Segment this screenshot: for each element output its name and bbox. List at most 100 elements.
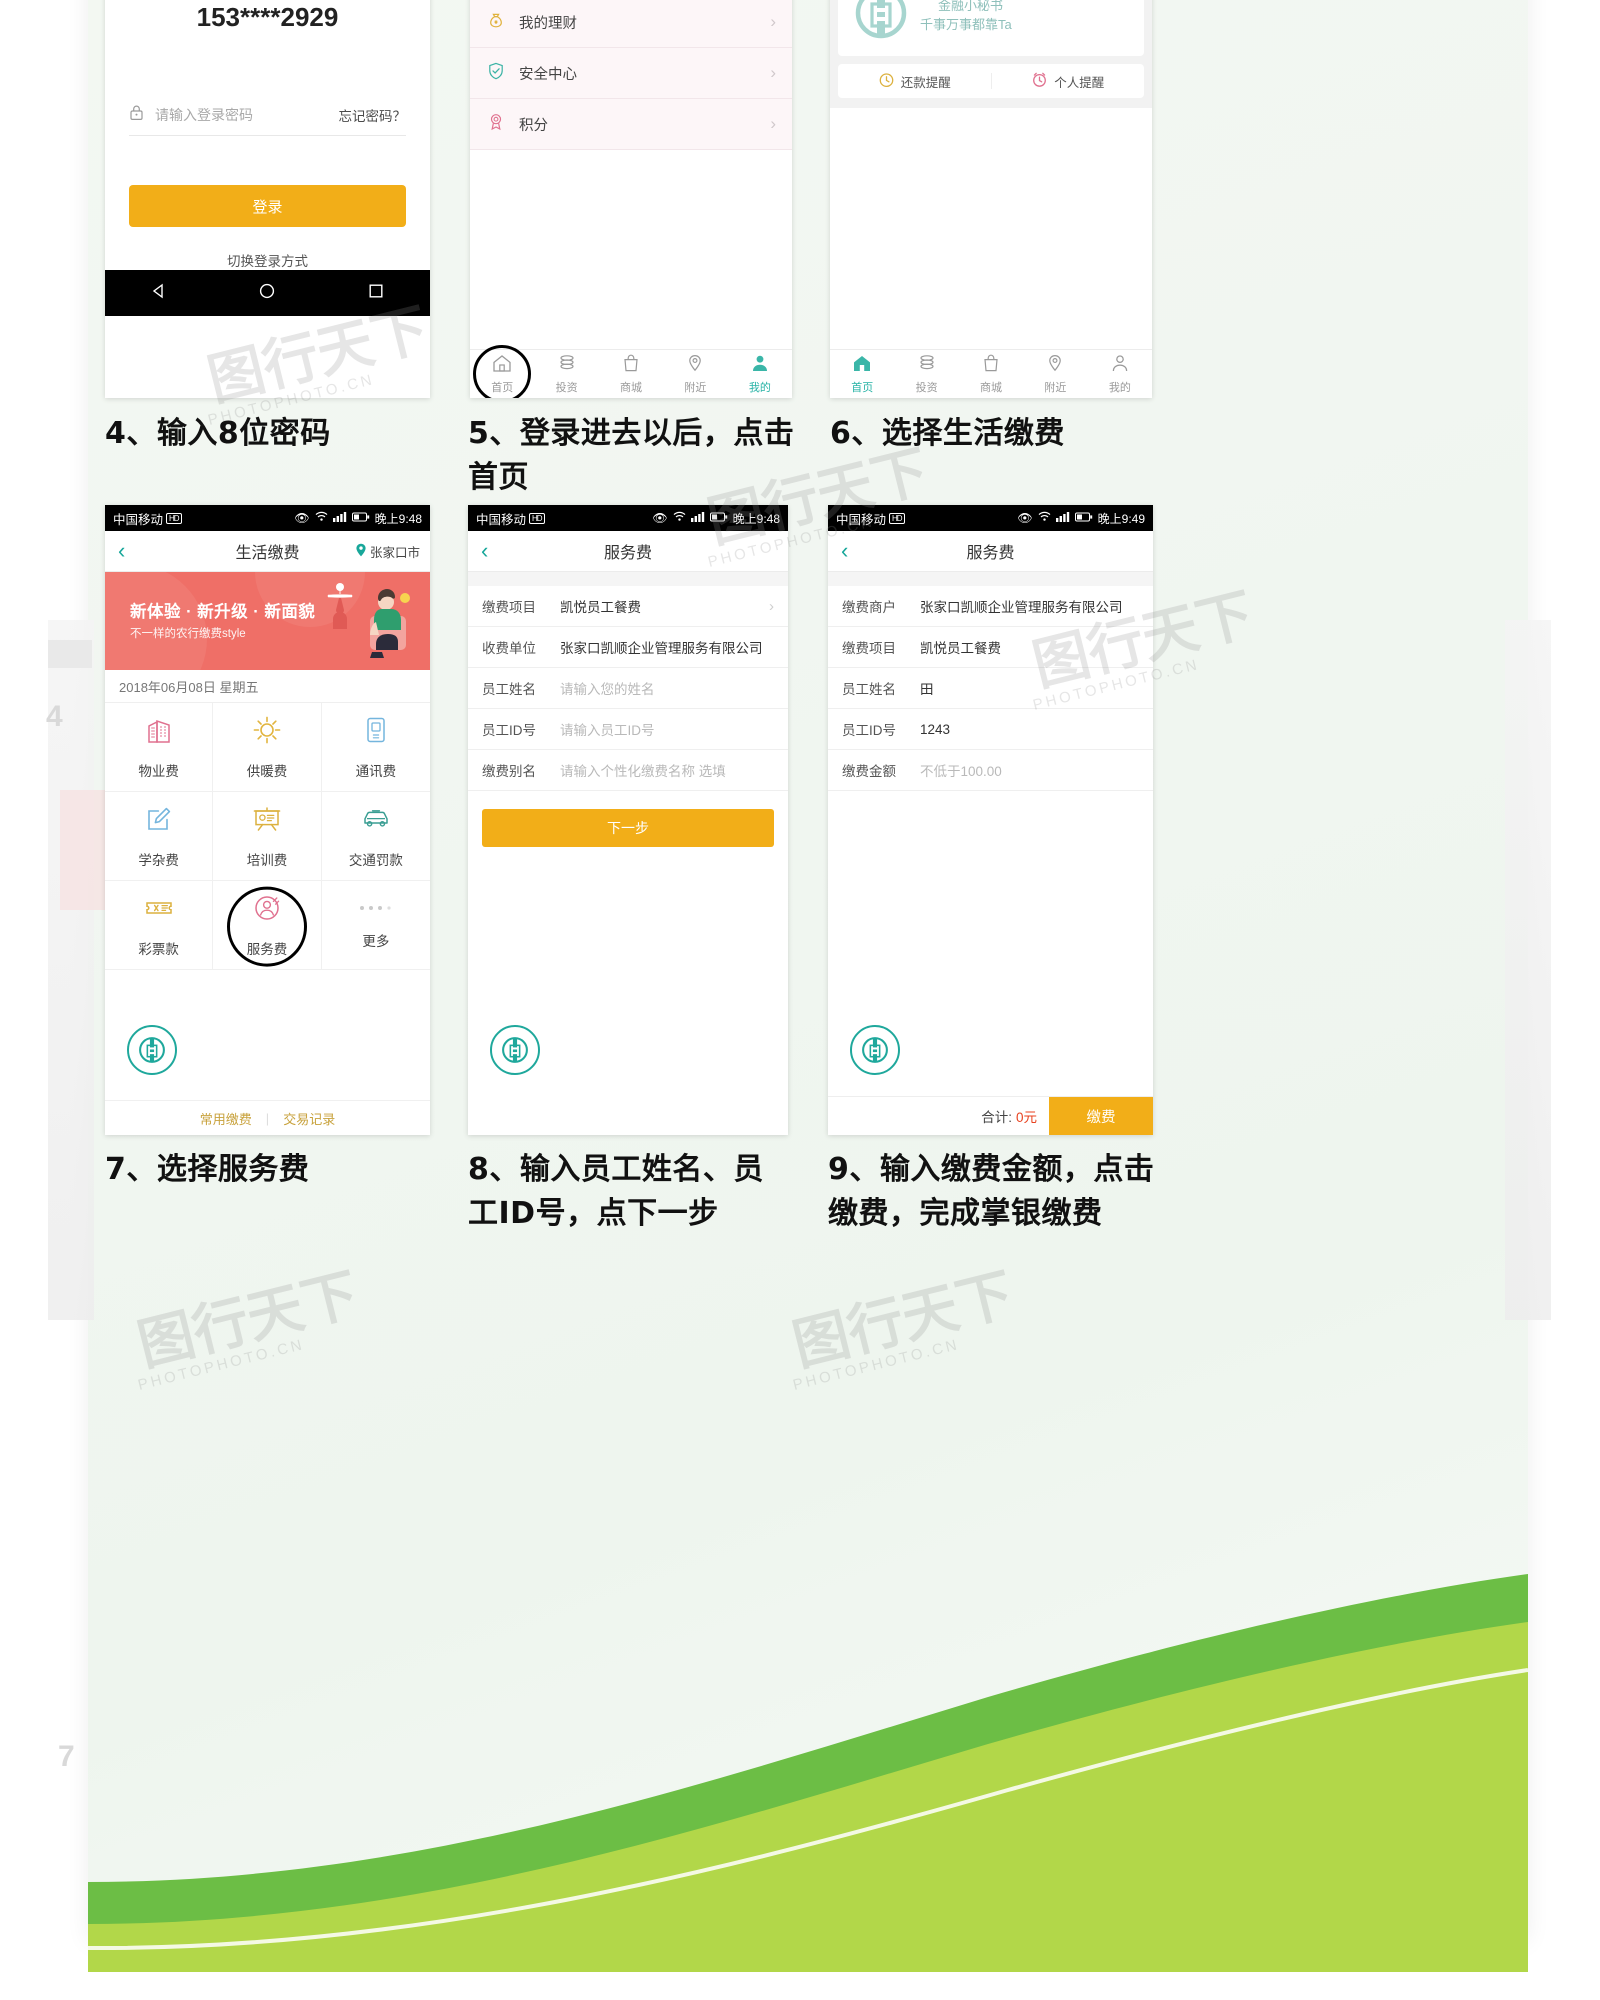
banner-subtitle: 不一样的农行缴费style (130, 628, 246, 640)
reminder-repayment[interactable]: 还款提醒 (838, 71, 991, 91)
city-selector[interactable]: 张家口市 (355, 542, 430, 561)
presentation-board-icon (251, 803, 283, 840)
category-lottery[interactable]: 彩票款 (105, 881, 214, 970)
home-icon (851, 353, 873, 376)
category-property-fee[interactable]: 物业费 (105, 703, 214, 792)
bag-icon (620, 353, 642, 376)
tab-mall[interactable]: 商城 (959, 350, 1023, 398)
category-more[interactable]: 更多 (321, 881, 430, 970)
promo-banner[interactable]: 新体验 · 新升级 · 新面貌 不一样的农行缴费style (105, 572, 430, 670)
category-label: 交通罚款 (348, 853, 403, 868)
login-button[interactable]: 登录 (129, 185, 406, 227)
signal-icon (690, 511, 705, 525)
page-title: 服务费 (603, 545, 652, 562)
amount-input[interactable]: 不低于100.00 (920, 760, 1002, 780)
tab-label: 附近 (1044, 382, 1067, 394)
left-decoration-block (48, 640, 92, 668)
form-row-payment-item[interactable]: 缴费项目 凯悦员工餐费 › (468, 586, 788, 627)
sun-icon (251, 714, 283, 751)
bottom-tabbar: 首页 投资 商城 附近 我的 (470, 345, 792, 398)
ticket-icon (143, 892, 175, 929)
list-item[interactable]: 安全中心 › (470, 48, 792, 99)
tab-invest[interactable]: 投资 (894, 350, 958, 398)
phone-step5: 联系客服 客户经理 我的信息 › 我的账户 › 我的 (470, 0, 792, 398)
clock-label: 晚上9:48 (732, 511, 780, 526)
nav-bar: ‹ 生活缴费 张家口市 (105, 531, 430, 572)
abc-bank-logo-icon (127, 1025, 177, 1075)
field-label: 收费单位 (482, 641, 536, 656)
tab-label: 附近 (684, 382, 707, 394)
right-decoration-strip (1505, 620, 1551, 1320)
tab-label: 我的 (748, 382, 771, 394)
switch-login-method-link[interactable]: 切换登录方式 (105, 250, 430, 270)
location-pin-icon (1044, 353, 1066, 376)
forgot-password-link[interactable]: 忘记密码？ (339, 105, 407, 125)
tab-mall[interactable]: 商城 (599, 350, 663, 398)
common-payments-link[interactable]: 常用缴费 (200, 1109, 252, 1128)
hd-badge: HD (889, 512, 905, 524)
employee-name-input[interactable]: 请输入您的姓名 (560, 678, 655, 698)
payment-alias-input[interactable]: 请输入个性化缴费名称 选填 (560, 760, 726, 780)
info-row-employee-name: 员工姓名 田 (828, 668, 1153, 709)
chevron-right-icon: › (770, 63, 776, 82)
triangle-back-icon[interactable] (149, 281, 169, 306)
chevron-left-icon[interactable]: ‹ (105, 540, 125, 562)
person-icon (1109, 353, 1131, 376)
info-row-payment-item: 缴费项目 凯悦员工餐费 (828, 627, 1153, 668)
chevron-left-icon[interactable]: ‹ (828, 540, 848, 562)
list-item-label: 积分 (519, 117, 548, 134)
category-telecom-fee[interactable]: 通讯费 (321, 703, 430, 792)
category-heating-fee[interactable]: 供暖费 (213, 703, 322, 792)
form-row-employee-name[interactable]: 员工姓名 请输入您的姓名 (468, 668, 788, 709)
clock-icon (878, 71, 895, 91)
tab-nearby[interactable]: 附近 (663, 350, 727, 398)
category-tuition-fee[interactable]: 学杂费 (105, 792, 214, 881)
assistant-card[interactable]: 金融小秘书 金融小秘书 千事万事都靠Ta (838, 0, 1144, 56)
circle-home-icon[interactable] (257, 281, 277, 306)
hd-badge: HD (529, 512, 545, 524)
password-input[interactable]: 请输入登录密码 (155, 105, 253, 125)
reminder-row: 还款提醒 个人提醒 (838, 64, 1144, 98)
transaction-records-link[interactable]: 交易记录 (283, 1109, 335, 1128)
category-traffic-fine[interactable]: 交通罚款 (321, 792, 430, 881)
list-item[interactable]: 积分 › (470, 99, 792, 150)
category-label: 更多 (362, 934, 390, 949)
category-service-fee[interactable]: 服务费 (213, 881, 322, 970)
assistant-handwriting-line2: 千事万事都靠Ta (920, 17, 1012, 32)
form-row-payment-alias[interactable]: 缴费别名 请输入个性化缴费名称 选填 (468, 750, 788, 791)
form-gap (468, 572, 788, 586)
building-icon (143, 714, 175, 751)
pencil-note-icon (143, 803, 175, 840)
reminder-personal[interactable]: 个人提醒 (992, 71, 1145, 91)
form-row-employee-id[interactable]: 员工ID号 请输入员工ID号 (468, 709, 788, 750)
info-row-amount[interactable]: 缴费金额 不低于100.00 (828, 750, 1153, 791)
next-step-button[interactable]: 下一步 (482, 809, 774, 847)
category-label: 物业费 (138, 764, 179, 779)
field-label: 缴费项目 (842, 641, 896, 656)
city-label: 张家口市 (369, 545, 420, 560)
alarm-icon (1031, 71, 1048, 91)
nav-bar: ‹ 服务费 (828, 531, 1153, 572)
payment-category-grid: 物业费 供暖费 通讯费 学杂费 培训费 交通罚款 彩票款 服务费 更多 (105, 703, 430, 970)
tab-home[interactable]: 首页 (830, 350, 894, 398)
category-training-fee[interactable]: 培训费 (213, 792, 322, 881)
tab-nearby[interactable]: 附近 (1023, 350, 1087, 398)
total-value: 0元 (1015, 1110, 1037, 1125)
chevron-left-icon[interactable]: ‹ (468, 540, 488, 562)
android-soft-buttons (105, 270, 430, 316)
phone-step6: 我的账户 转账 农银快e贷 信用卡 生活缴费 (830, 0, 1152, 398)
medal-icon (486, 112, 506, 136)
mine-menu-list: 我的信息 › 我的账户 › 我的基金 › 我的理财 › (470, 0, 792, 150)
tab-home[interactable]: 首页 (470, 345, 534, 398)
square-recent-icon[interactable] (366, 281, 386, 306)
list-item[interactable]: 我的理财 › (470, 0, 792, 48)
category-label: 彩票款 (138, 942, 179, 957)
date-label: 2018年06月08日 星期五 (119, 679, 259, 695)
tab-mine[interactable]: 我的 (728, 350, 792, 398)
employee-id-input[interactable]: 请输入员工ID号 (560, 719, 655, 739)
category-label: 学杂费 (138, 853, 179, 868)
pay-button[interactable]: 缴费 (1049, 1097, 1153, 1135)
tab-mine[interactable]: 我的 (1088, 350, 1152, 398)
tab-label: 首页 (851, 382, 874, 394)
tab-invest[interactable]: 投资 (534, 350, 598, 398)
